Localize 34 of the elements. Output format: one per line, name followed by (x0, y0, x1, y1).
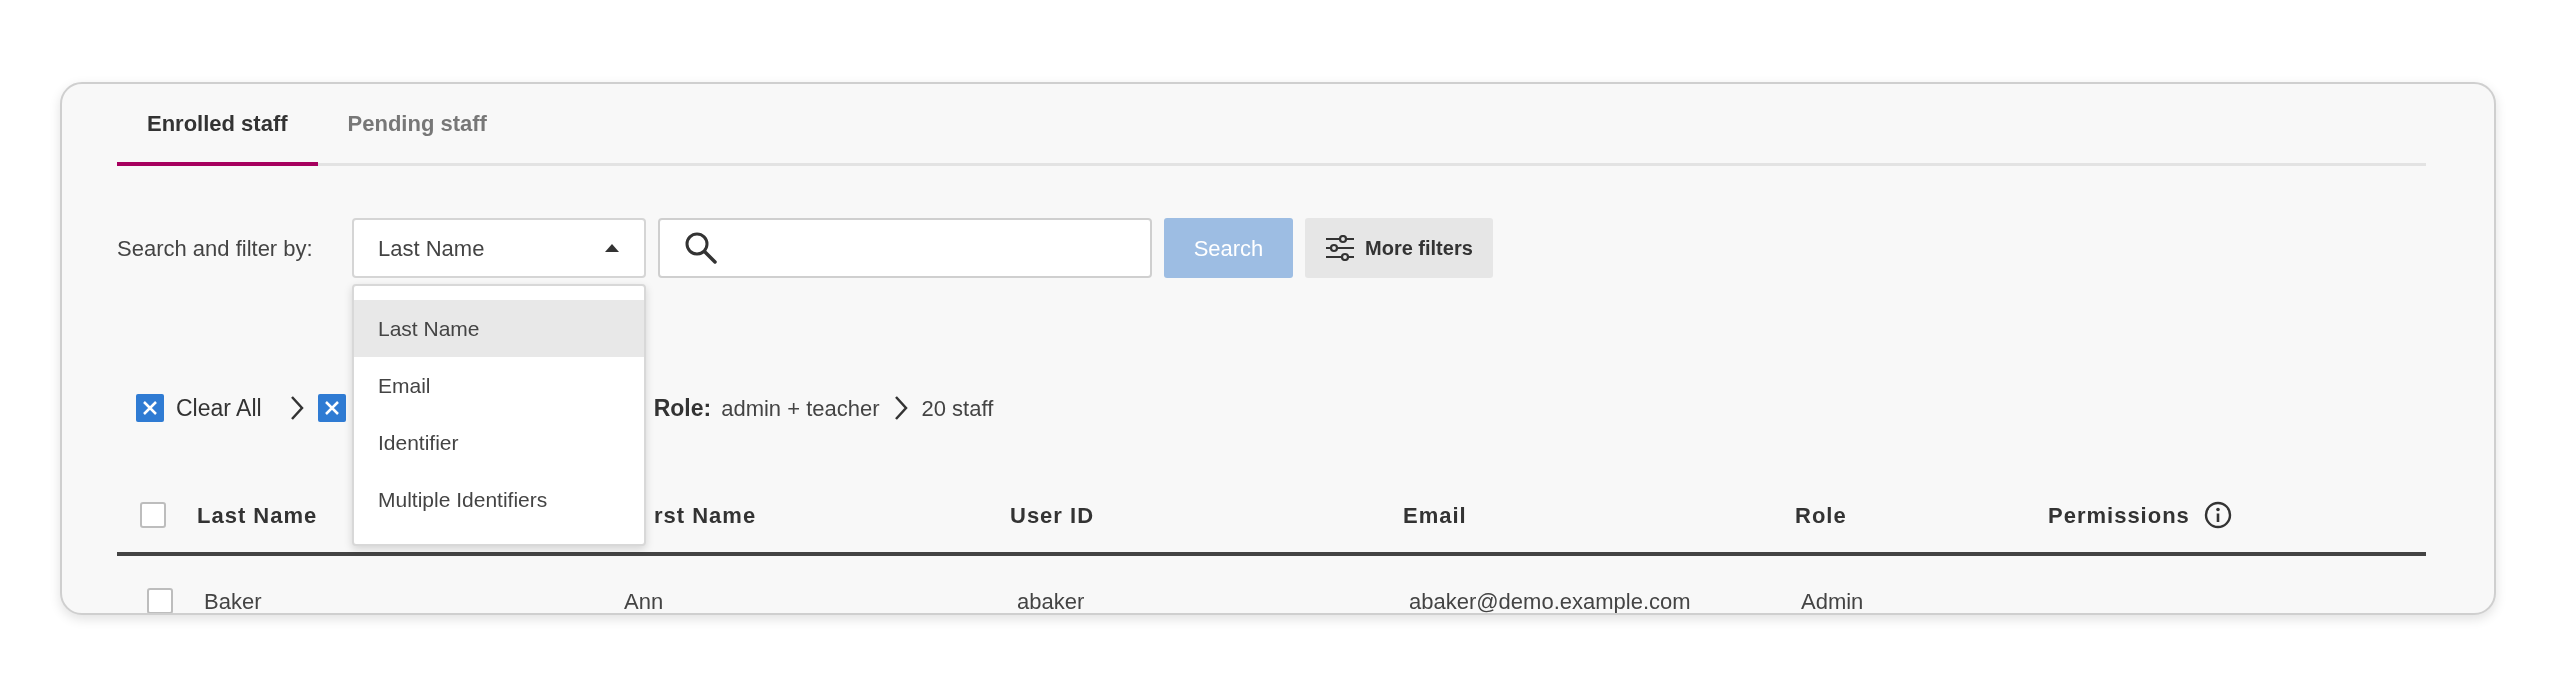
checkbox[interactable] (140, 502, 166, 528)
chevron-right-icon (289, 395, 304, 421)
select-field[interactable]: Last Name (352, 218, 646, 278)
sliders-icon (1325, 235, 1355, 261)
filter-value: admin + teacher (721, 394, 880, 423)
tab[interactable]: Pending staff (317, 84, 517, 166)
column-header: Email (1403, 501, 1467, 530)
dropdown-option[interactable]: Email (354, 357, 644, 414)
column-header: Last Name (197, 501, 318, 530)
table-cell: Admin (1801, 588, 1864, 613)
result-count: 20 staff (921, 394, 994, 423)
dropdown-option[interactable]: Last Name (354, 300, 644, 357)
info-icon[interactable] (2203, 501, 2232, 529)
more-filters-button[interactable]: More filters (1305, 218, 1493, 278)
column-header: rst Name (654, 501, 757, 530)
chevron-right-icon (893, 395, 908, 421)
column-header: Permissions (2048, 501, 2190, 530)
checkbox[interactable] (147, 588, 173, 613)
filter-label: Search and filter by: (117, 234, 314, 263)
remove-filter-icon[interactable] (317, 394, 346, 422)
dropdown-option[interactable]: Identifier (354, 414, 644, 471)
tab[interactable]: Enrolled staff (117, 84, 318, 166)
search-field[interactable] (658, 218, 1152, 278)
table-cell: abaker (1017, 588, 1085, 613)
column-header: Role (1795, 501, 1847, 530)
remove-filter-icon[interactable] (136, 394, 164, 422)
column-header: User ID (1010, 501, 1095, 530)
clear-all-button[interactable]: Clear All (136, 390, 262, 426)
table-cell: abaker@demo.example.com (1409, 588, 1691, 613)
table-cell: Baker (204, 588, 262, 613)
search-icon (684, 231, 718, 265)
table-cell: Ann (624, 588, 664, 613)
filter-label: Role: (653, 393, 712, 423)
dropdown-option[interactable]: Multiple Identifiers (354, 471, 644, 528)
